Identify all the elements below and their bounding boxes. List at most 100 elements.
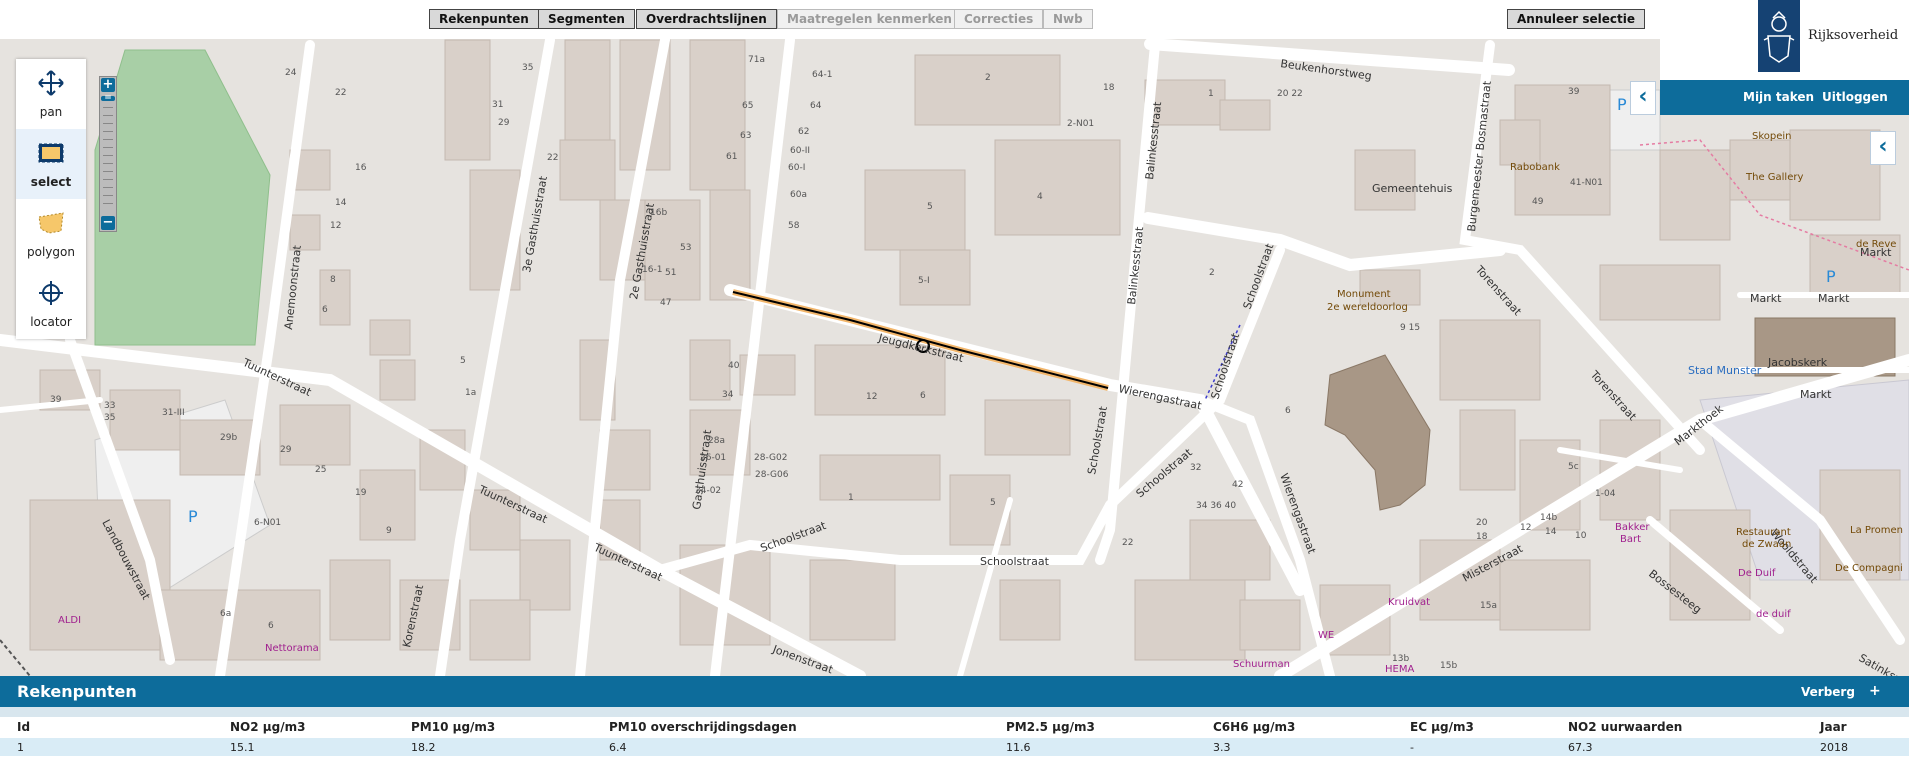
svg-text:2: 2	[985, 73, 991, 83]
svg-text:22: 22	[1122, 538, 1133, 548]
poi-label: Bart	[1620, 534, 1641, 545]
svg-text:39: 39	[1568, 87, 1580, 97]
svg-text:6: 6	[920, 391, 926, 401]
svg-text:24-02: 24-02	[695, 486, 721, 496]
svg-text:65: 65	[742, 101, 753, 111]
svg-text:5-I: 5-I	[918, 276, 930, 286]
svg-text:61: 61	[726, 152, 737, 162]
collapse-left-icon[interactable]: ‹	[1630, 81, 1656, 115]
svg-text:51: 51	[665, 268, 676, 278]
column-header[interactable]: Jaar	[1820, 720, 1847, 734]
parking-icon: P	[1826, 267, 1836, 286]
zoom-handle[interactable]: =	[101, 94, 115, 103]
map-canvas[interactable]: Beukenhorstweg Balinkesstraat Balinkesst…	[0, 39, 1909, 676]
column-header[interactable]: NO2 µg/m3	[230, 720, 305, 734]
svg-text:20: 20	[1476, 518, 1488, 528]
svg-text:12: 12	[1520, 523, 1531, 533]
svg-text:31: 31	[492, 100, 503, 110]
select-tool-label: select	[30, 175, 72, 189]
svg-text:29: 29	[280, 445, 292, 455]
svg-text:5c: 5c	[1568, 462, 1579, 472]
svg-text:6-N01: 6-N01	[254, 518, 281, 528]
svg-text:5: 5	[927, 202, 933, 212]
rekenpunten-panel-header: Rekenpunten Verberg +	[0, 676, 1909, 707]
svg-text:47: 47	[660, 298, 671, 308]
map-svg: Beukenhorstweg Balinkesstraat Balinkesst…	[0, 39, 1909, 676]
correcties-button[interactable]: Correcties	[954, 9, 1044, 29]
street-label: Schoolstraat	[980, 555, 1050, 568]
poi-label: Gemeentehuis	[1372, 182, 1453, 195]
svg-text:9: 9	[386, 526, 392, 536]
uitloggen-link[interactable]: Uitloggen	[1822, 90, 1888, 104]
zoom-slider[interactable]: + = −	[99, 76, 117, 232]
pan-tool-label: pan	[39, 105, 63, 119]
svg-text:16-1: 16-1	[642, 265, 662, 275]
svg-text:29: 29	[498, 118, 510, 128]
svg-text:2: 2	[1209, 268, 1215, 278]
annuleer-selectie-button[interactable]: Annuleer selectie	[1507, 9, 1646, 29]
svg-text:15b: 15b	[1440, 661, 1457, 671]
column-header[interactable]: EC µg/m3	[1410, 720, 1474, 734]
svg-text:58: 58	[788, 221, 800, 231]
locator-tool-label: locator	[30, 315, 72, 329]
overdrachtslijnen-button[interactable]: Overdrachtslijnen	[636, 9, 777, 29]
zoom-out-button[interactable]: −	[101, 216, 115, 230]
svg-text:53: 53	[680, 243, 691, 253]
svg-text:20 22: 20 22	[1277, 89, 1303, 99]
svg-text:26-01: 26-01	[700, 453, 726, 463]
svg-text:6: 6	[1285, 406, 1291, 416]
zoom-in-button[interactable]: +	[101, 78, 115, 92]
svg-text:1: 1	[848, 493, 854, 503]
table-cell: 67.3	[1568, 741, 1593, 754]
column-header[interactable]: PM10 overschrijdingsdagen	[609, 720, 797, 734]
svg-text:14b: 14b	[1540, 513, 1557, 523]
map-tool-panel: pan select polygon locator	[16, 59, 86, 339]
svg-text:18: 18	[1476, 532, 1488, 542]
poi-label: de Reve	[1856, 239, 1896, 250]
street-label: Markt	[1818, 292, 1850, 305]
column-header[interactable]: PM10 µg/m3	[411, 720, 495, 734]
nwb-button[interactable]: Nwb	[1043, 9, 1093, 29]
table-cell: 11.6	[1006, 741, 1031, 754]
rekenpunten-button[interactable]: Rekenpunten	[429, 9, 539, 29]
poi-label: The Gallery	[1745, 172, 1803, 183]
svg-text:28a: 28a	[708, 436, 725, 446]
street-label: Markt	[1750, 292, 1782, 305]
pan-tool[interactable]: pan	[16, 59, 86, 129]
segmenten-button[interactable]: Segmenten	[538, 9, 635, 29]
column-header[interactable]: PM2.5 µg/m3	[1006, 720, 1095, 734]
svg-text:22: 22	[335, 88, 346, 98]
locator-tool[interactable]: locator	[16, 269, 86, 339]
table-cell: -	[1410, 741, 1414, 754]
verberg-button[interactable]: Verberg	[1801, 685, 1855, 699]
table-cell: 15.1	[230, 741, 255, 754]
expand-panel-button[interactable]: +	[1869, 683, 1881, 699]
svg-text:41-N01: 41-N01	[1570, 178, 1603, 188]
svg-text:35: 35	[104, 413, 115, 423]
svg-text:4: 4	[1037, 192, 1043, 202]
svg-text:29b: 29b	[220, 433, 237, 443]
panel-divider	[0, 707, 1909, 717]
rekenpunten-table: Id NO2 µg/m3 PM10 µg/m3 PM10 overschrijd…	[0, 717, 1909, 773]
poi-label: Skopein	[1752, 131, 1792, 142]
svg-text:9 15: 9 15	[1400, 323, 1420, 333]
mijn-taken-link[interactable]: Mijn taken	[1743, 90, 1814, 104]
column-header[interactable]: Id	[17, 720, 30, 734]
top-toolbar: Rekenpunten Segmenten Overdrachtslijnen …	[0, 0, 1909, 39]
select-tool[interactable]: select	[16, 129, 86, 199]
maatregelen-kenmerken-button[interactable]: Maatregelen kenmerken	[777, 9, 962, 29]
svg-text:28-G06: 28-G06	[755, 470, 789, 480]
polygon-tool[interactable]: polygon	[16, 199, 86, 269]
table-row[interactable]: 1 15.1 18.2 6.4 11.6 3.3 - 67.3 2018	[0, 738, 1909, 756]
poi-label: De Duif	[1738, 568, 1776, 579]
collapse-right-icon[interactable]: ‹	[1870, 131, 1896, 165]
poi-label: Rabobank	[1510, 162, 1560, 173]
svg-text:71a: 71a	[748, 55, 765, 65]
column-header[interactable]: C6H6 µg/m3	[1213, 720, 1295, 734]
poi-label: De Compagni	[1835, 563, 1903, 574]
svg-text:22: 22	[547, 153, 558, 163]
svg-text:5: 5	[460, 356, 466, 366]
svg-text:1: 1	[1208, 89, 1214, 99]
svg-text:25: 25	[315, 465, 326, 475]
column-header[interactable]: NO2 uurwaarden	[1568, 720, 1682, 734]
